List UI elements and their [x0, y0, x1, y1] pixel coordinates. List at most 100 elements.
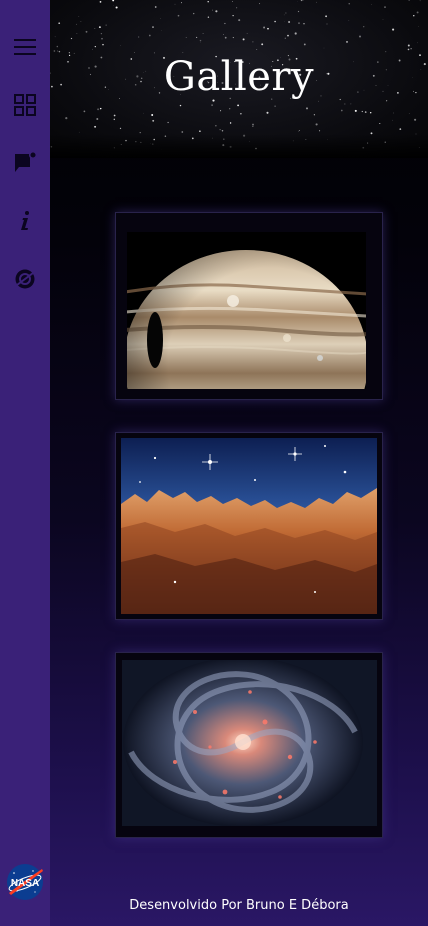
star [249, 141, 250, 142]
star [292, 140, 294, 142]
star [76, 32, 78, 34]
info-icon [21, 211, 29, 230]
star [138, 36, 140, 38]
star [229, 122, 232, 124]
star [362, 146, 365, 149]
page-title: Gallery [163, 54, 315, 100]
star [96, 117, 99, 121]
star [259, 3, 261, 5]
star [154, 6, 157, 8]
star [97, 108, 100, 111]
star [207, 0, 209, 3]
star [54, 36, 56, 38]
star [346, 41, 348, 43]
star [211, 137, 213, 139]
star [382, 19, 384, 20]
star [78, 131, 80, 133]
star [179, 104, 182, 107]
star [393, 112, 395, 114]
star [92, 48, 93, 50]
star [53, 50, 56, 52]
star [236, 7, 238, 9]
star [94, 28, 96, 29]
messages-button[interactable] [0, 134, 50, 192]
star [199, 130, 201, 133]
star [167, 121, 169, 124]
nebula-image [121, 438, 377, 614]
star [102, 43, 104, 46]
star [105, 24, 107, 26]
star [407, 48, 410, 51]
star [148, 34, 151, 37]
star [134, 52, 135, 53]
star [274, 105, 276, 107]
star [94, 125, 97, 128]
star [196, 36, 198, 38]
star [101, 37, 103, 40]
star [340, 109, 343, 112]
star [285, 12, 287, 14]
star [274, 20, 276, 23]
star [57, 50, 58, 52]
dashboard-button[interactable] [0, 76, 50, 134]
gallery-card-nebula[interactable] [115, 432, 383, 620]
star [240, 113, 242, 115]
star [384, 6, 386, 8]
star [199, 39, 202, 42]
star [232, 14, 234, 17]
star [252, 123, 254, 126]
star [181, 131, 184, 133]
star [369, 111, 372, 114]
star [207, 16, 210, 18]
star [416, 11, 419, 14]
star [224, 22, 226, 25]
planets-button[interactable] [0, 250, 50, 308]
menu-icon [14, 39, 36, 55]
star [299, 129, 301, 131]
star [152, 119, 155, 122]
star [325, 15, 327, 18]
star [120, 144, 122, 145]
star [399, 128, 402, 130]
star [140, 141, 142, 143]
star [215, 125, 217, 127]
sidebar: NASA [0, 0, 50, 926]
star [85, 30, 88, 33]
menu-button[interactable] [0, 18, 50, 76]
star [256, 49, 258, 50]
star [361, 110, 363, 113]
nasa-logo[interactable]: NASA [6, 863, 44, 901]
star [193, 12, 195, 15]
star [408, 0, 410, 1]
star [297, 10, 300, 13]
star [119, 127, 122, 130]
star [414, 118, 417, 121]
star [315, 123, 318, 126]
gallery-card-galaxy[interactable] [115, 652, 383, 838]
star [56, 45, 59, 48]
star [363, 26, 365, 28]
star [50, 146, 53, 148]
star [151, 114, 154, 116]
info-button[interactable] [0, 192, 50, 250]
star [229, 145, 232, 148]
star [263, 26, 266, 29]
star [305, 107, 309, 110]
star [287, 34, 289, 37]
nasa-meatball-icon: NASA [7, 864, 43, 900]
star [410, 48, 412, 50]
star [305, 139, 307, 140]
star [417, 42, 418, 44]
star [135, 141, 137, 143]
star [294, 32, 297, 35]
gallery-card-jupiter[interactable] [115, 212, 383, 400]
star [252, 41, 254, 43]
star [302, 0, 304, 1]
star [246, 33, 248, 34]
star [182, 52, 184, 53]
star [112, 0, 115, 2]
star [344, 103, 346, 105]
star [350, 103, 352, 105]
star [298, 130, 299, 132]
nasa-logo-text: NASA [11, 878, 39, 889]
